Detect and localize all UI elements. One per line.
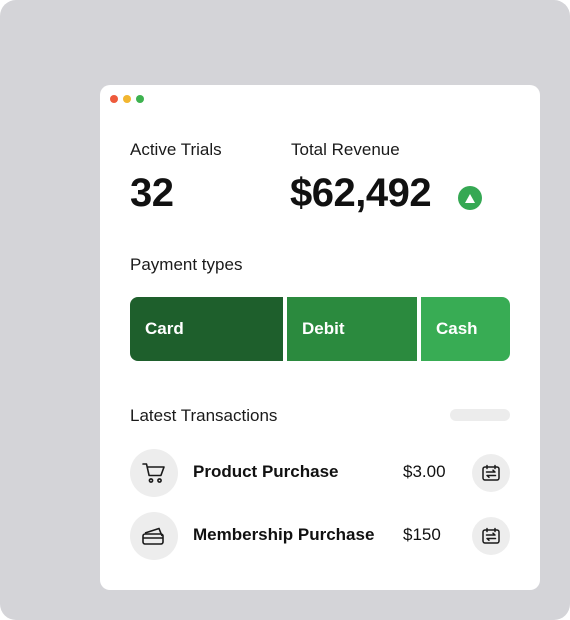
payment-segment-card[interactable]: Card (130, 297, 283, 361)
total-revenue-value: $62,492 (290, 171, 432, 215)
shopping-cart-icon (130, 449, 178, 497)
minimize-window-button[interactable] (123, 95, 131, 103)
backdrop: Active Trials 32 Total Revenue $62,492 P… (0, 0, 570, 620)
transfer-icon[interactable] (472, 517, 510, 555)
dashboard-window: Active Trials 32 Total Revenue $62,492 P… (100, 85, 540, 590)
window-controls (110, 95, 144, 103)
loading-placeholder (450, 409, 510, 421)
payment-segment-debit[interactable]: Debit (287, 297, 417, 361)
active-trials-label: Active Trials (130, 140, 222, 159)
payment-segment-label: Debit (302, 319, 345, 338)
transaction-row[interactable]: Membership Purchase $150 (130, 512, 510, 560)
transaction-row[interactable]: Product Purchase $3.00 (130, 449, 510, 497)
payment-segment-cash[interactable]: Cash (421, 297, 510, 361)
payment-segment-label: Cash (436, 319, 478, 338)
close-window-button[interactable] (110, 95, 118, 103)
active-trials-value: 32 (130, 171, 174, 215)
total-revenue-label: Total Revenue (291, 140, 400, 159)
payment-types-bar: Card Debit Cash (130, 297, 510, 361)
transaction-amount: $3.00 (403, 462, 446, 481)
transaction-name: Product Purchase (193, 462, 339, 481)
maximize-window-button[interactable] (136, 95, 144, 103)
transaction-name: Membership Purchase (193, 525, 375, 544)
arrow-up-icon (458, 186, 482, 210)
credit-cards-icon (130, 512, 178, 560)
payment-types-label: Payment types (130, 255, 243, 274)
transaction-amount: $150 (403, 525, 441, 544)
transfer-icon[interactable] (472, 454, 510, 492)
payment-segment-label: Card (145, 319, 184, 338)
latest-transactions-label: Latest Transactions (130, 406, 278, 425)
